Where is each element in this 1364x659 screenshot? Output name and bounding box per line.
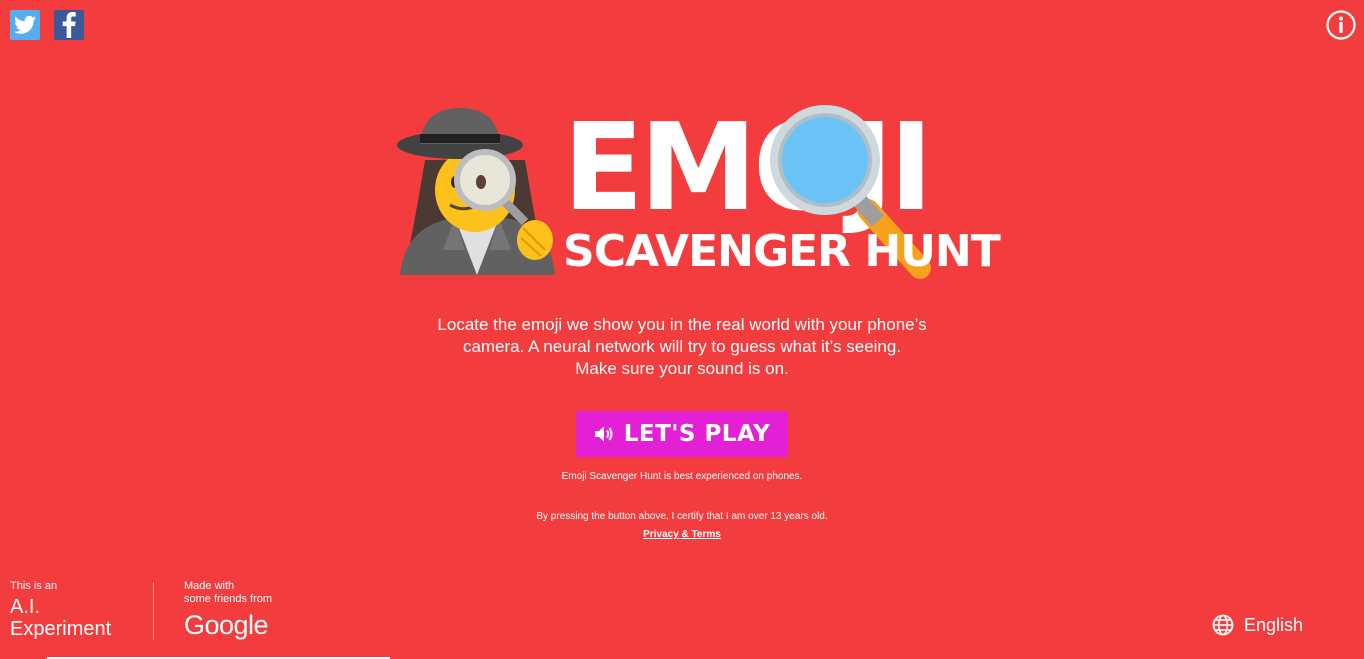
logo-title-scavenger-hunt: SCAVENGER HUNT	[563, 226, 1001, 277]
description-line: camera. A neural network will try to gue…	[462, 337, 902, 356]
ai-small-text: This is an	[10, 580, 58, 592]
facebook-button[interactable]	[54, 10, 84, 40]
footer-divider	[153, 582, 154, 640]
certify-note: By pressing the button above, I certify …	[536, 511, 828, 522]
twitter-button[interactable]	[10, 10, 40, 40]
description-line: Make sure your sound is on.	[575, 359, 789, 378]
terms-container: Privacy & Terms	[382, 529, 982, 540]
info-button[interactable]	[1326, 10, 1356, 40]
description-line: Locate the emoji we show you in the real…	[437, 315, 927, 334]
detective-emoji-icon	[397, 108, 555, 275]
phones-note: Emoji Scavenger Hunt is best experienced…	[561, 471, 803, 482]
privacy-terms-link[interactable]: Privacy & Terms	[643, 529, 721, 540]
ai-line1: A.I.	[10, 596, 41, 618]
info-icon	[1326, 10, 1356, 40]
language-label: English	[1244, 614, 1304, 635]
google-logo-text: Google	[184, 610, 269, 640]
speaker-icon	[594, 426, 613, 442]
twitter-icon	[14, 15, 36, 34]
logo: EMOJI SCAVENGER HUNT	[395, 100, 1001, 285]
made-line2: some friends from	[184, 593, 273, 605]
language-selector[interactable]: English	[1212, 614, 1303, 636]
social-links	[10, 10, 84, 40]
description: Locate the emoji we show you in the real…	[382, 314, 982, 380]
made-line1: Made with	[184, 580, 235, 592]
lets-play-label: LET'S PLAY	[623, 421, 771, 447]
facebook-icon	[62, 12, 76, 38]
lets-play-button[interactable]: LET'S PLAY	[576, 411, 788, 457]
ai-line2: Experiment	[10, 618, 112, 640]
ai-experiment-badge[interactable]: This is an A.I. Experiment	[10, 580, 111, 640]
globe-icon	[1212, 614, 1234, 636]
made-with-google[interactable]: Made with some friends from Google	[184, 580, 272, 640]
